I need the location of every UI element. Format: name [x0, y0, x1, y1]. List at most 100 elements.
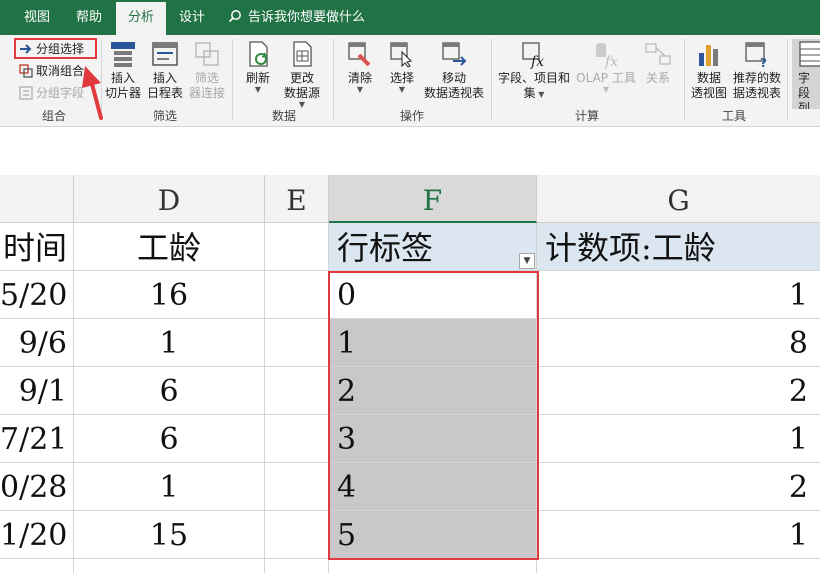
- separator: [787, 39, 788, 121]
- column-header-d[interactable]: D: [74, 175, 265, 223]
- formula-area-blank: [0, 128, 820, 175]
- pivot-row-labels-header[interactable]: 行标签: [329, 223, 537, 271]
- timeline-icon: [152, 42, 178, 66]
- group-label-calc: 计算: [574, 109, 599, 123]
- separator: [491, 39, 492, 121]
- tab-view[interactable]: 视图: [18, 0, 56, 35]
- move-pivot-button[interactable]: 移动 数据透视表: [422, 39, 486, 101]
- filter-connections-button[interactable]: 筛选 器连接: [187, 39, 227, 101]
- group-label-tools: 工具: [721, 109, 746, 123]
- change-source-label-1: 更改: [289, 71, 314, 85]
- recommended-pivot-label-1: 推荐的数: [732, 71, 781, 85]
- table-row-d[interactable]: 1: [74, 463, 265, 511]
- pivot-count-header[interactable]: 计数项:工龄: [537, 223, 820, 271]
- table-row-d[interactable]: [74, 559, 265, 573]
- row-labels-selection-highlight: [328, 271, 539, 560]
- pivot-count-value[interactable]: 2: [537, 463, 820, 511]
- cell-header-seniority[interactable]: 工龄: [74, 223, 265, 271]
- fields-items-label-2: 集: [523, 86, 536, 100]
- relationships-icon: [645, 43, 671, 65]
- pivot-count-value[interactable]: 1: [537, 511, 820, 559]
- pivot-count-value[interactable]: 8: [537, 319, 820, 367]
- change-source-icon: [293, 41, 312, 67]
- insert-timeline-button[interactable]: 插入 日程表: [145, 39, 185, 101]
- field-list-button[interactable]: 字段 列表: [792, 39, 820, 109]
- filter-dropdown-button[interactable]: ▼: [519, 253, 535, 269]
- tab-analyze[interactable]: 分析: [116, 2, 166, 35]
- table-row-d[interactable]: 6: [74, 367, 265, 415]
- group-field-button[interactable]: 分组字段: [16, 83, 84, 103]
- tab-help[interactable]: 帮助: [70, 0, 108, 35]
- refresh-button[interactable]: 刷新 ▼: [238, 39, 278, 94]
- table-row-c[interactable]: 0/28: [0, 463, 74, 511]
- column-header-g[interactable]: G: [537, 175, 820, 223]
- insert-timeline-label-1: 插入: [152, 71, 177, 85]
- insert-slicer-button[interactable]: 插入 切片器: [103, 39, 143, 101]
- table-row-f[interactable]: [329, 559, 537, 573]
- chevron-down-icon: ▼: [254, 85, 262, 94]
- recommended-pivot-button[interactable]: ? 推荐的数 据透视表: [730, 39, 784, 101]
- cell-e-header[interactable]: [265, 223, 329, 271]
- table-row-d[interactable]: 16: [74, 271, 265, 319]
- move-pivot-label-1: 移动: [441, 71, 466, 85]
- table-row-c[interactable]: 9/1: [0, 367, 74, 415]
- field-list-label-2: 列表: [798, 101, 811, 109]
- table-row-e[interactable]: [265, 271, 329, 319]
- column-header-c[interactable]: [0, 175, 74, 223]
- clear-icon: [348, 42, 371, 67]
- table-row-c[interactable]: [0, 559, 74, 573]
- tell-me-text: 告诉我你想要做什么: [248, 10, 366, 25]
- tell-me-box[interactable]: 告诉我你想要做什么: [228, 0, 365, 35]
- select-button[interactable]: 选择 ▼: [382, 39, 422, 94]
- group-label-data: 数据: [271, 109, 296, 123]
- table-row-e[interactable]: [265, 367, 329, 415]
- table-row-d[interactable]: 1: [74, 319, 265, 367]
- table-row-e[interactable]: [265, 511, 329, 559]
- table-row-d[interactable]: 6: [74, 415, 265, 463]
- select-icon: [390, 42, 412, 68]
- table-row-c[interactable]: 7/21: [0, 415, 74, 463]
- tab-design[interactable]: 设计: [172, 0, 212, 35]
- separator: [684, 39, 685, 121]
- change-source-label-2: 数据源: [283, 86, 320, 100]
- pivot-count-value[interactable]: 2: [537, 367, 820, 415]
- svg-text:fx: fx: [604, 54, 618, 69]
- table-row-e[interactable]: [265, 559, 329, 573]
- clear-button[interactable]: 清除 ▼: [340, 39, 380, 94]
- olap-icon: fx: [596, 43, 618, 69]
- field-list-label-1: 字段: [798, 71, 811, 100]
- column-header-row: D E F G: [0, 175, 820, 223]
- table-row-d[interactable]: 15: [74, 511, 265, 559]
- insert-slicer-label-1: 插入: [110, 71, 135, 85]
- column-header-f[interactable]: F: [329, 175, 537, 223]
- pivot-count-value[interactable]: 1: [537, 271, 820, 319]
- separator: [101, 39, 102, 121]
- cell-header-time[interactable]: 时间: [0, 223, 74, 271]
- chevron-down-icon: ▼: [535, 90, 545, 99]
- pivot-count-value[interactable]: 1: [537, 415, 820, 463]
- refresh-label: 刷新: [245, 71, 270, 85]
- ungroup-label: 取消组合: [36, 64, 85, 78]
- table-row-c[interactable]: 9/6: [0, 319, 74, 367]
- column-header-e[interactable]: E: [265, 175, 329, 223]
- change-source-button[interactable]: 更改 数据源 ▼: [280, 39, 324, 109]
- clear-label: 清除: [347, 71, 372, 85]
- ungroup-icon: [19, 64, 33, 78]
- move-pivot-icon: [442, 42, 467, 66]
- olap-tools-button[interactable]: fx OLAP 工具 ▼: [574, 39, 638, 94]
- table-row-c[interactable]: 5/20: [0, 271, 74, 319]
- fields-items-sets-button[interactable]: fx 字段、项目和 集 ▼: [494, 39, 574, 102]
- relationships-button[interactable]: 关系: [638, 39, 678, 86]
- separator: [232, 39, 233, 121]
- table-row-c[interactable]: 1/20: [0, 511, 74, 559]
- relationships-label: 关系: [645, 71, 670, 85]
- table-row-e[interactable]: [265, 415, 329, 463]
- select-label: 选择: [389, 71, 414, 85]
- filter-connections-label-2: 器连接: [188, 86, 225, 100]
- table-row-e[interactable]: [265, 463, 329, 511]
- table-row-e[interactable]: [265, 319, 329, 367]
- table-row-g[interactable]: [537, 559, 820, 573]
- ungroup-button[interactable]: 取消组合: [16, 61, 84, 81]
- pivot-chart-button[interactable]: 数据 透视图: [688, 39, 730, 101]
- group-label-filter: 筛选: [152, 109, 177, 123]
